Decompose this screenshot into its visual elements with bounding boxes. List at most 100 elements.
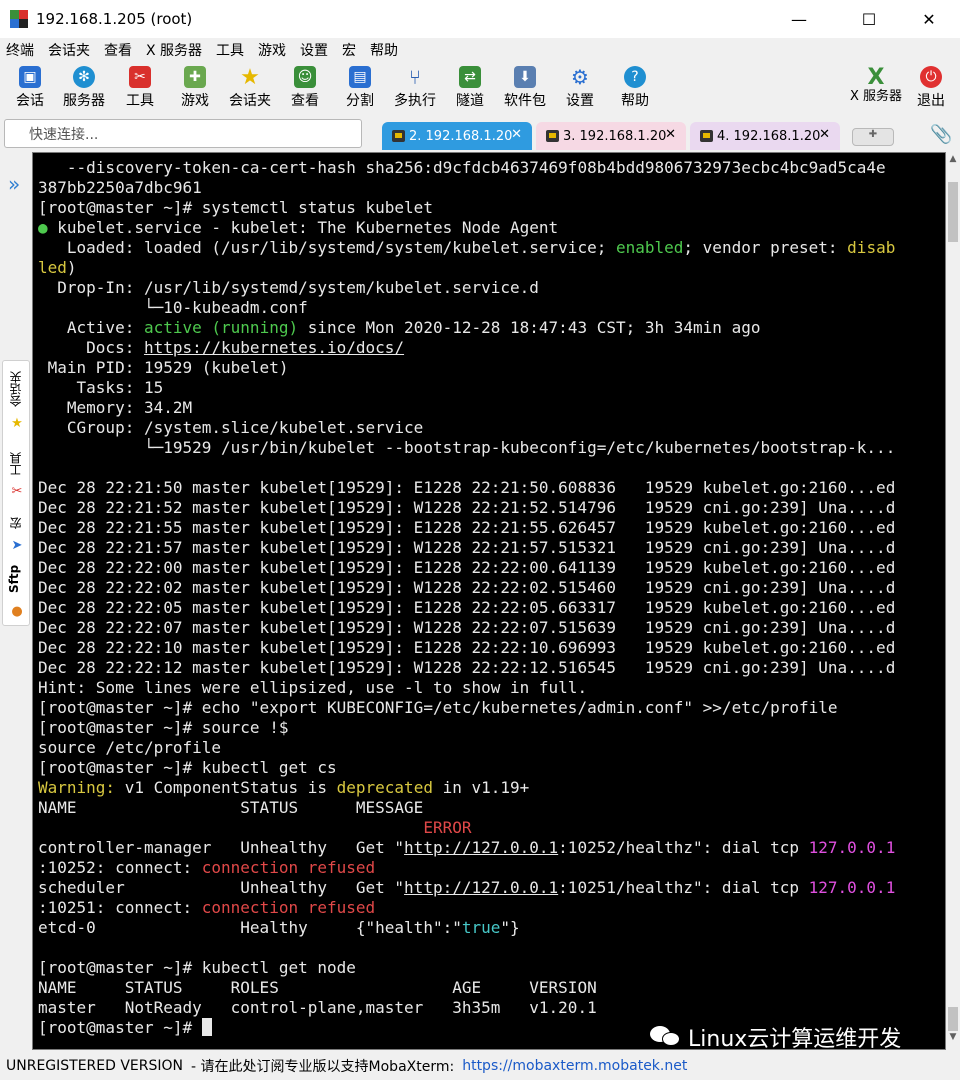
subscribe-message: - 请在此处订阅专业版以支持MobaXterm: [191, 1059, 455, 1075]
terminal-line: --discovery-token-ca-cert-hash sha256:d9… [38, 158, 933, 178]
games-label: 游戏 [181, 93, 209, 109]
tab-close-button[interactable]: ✕ [665, 127, 676, 142]
tab-close-button[interactable]: ✕ [819, 127, 830, 142]
menu-view[interactable]: 查看 [104, 40, 132, 60]
split-button[interactable]: ▤ 分割 [333, 64, 387, 114]
terminal[interactable]: --discovery-token-ca-cert-hash sha256:d9… [32, 152, 946, 1050]
terminal-line: └─10-kubeadm.conf [38, 298, 933, 318]
sessions-folder-button[interactable]: ★ 会话夹 [223, 64, 277, 114]
servers-label: 服务器 [63, 93, 105, 109]
expand-sidebar-icon[interactable]: » [8, 172, 20, 196]
view-icon: ☺ [294, 66, 316, 88]
scrollbar-thumb[interactable] [948, 182, 958, 242]
quick-connect-input[interactable]: 快速连接... [4, 119, 362, 148]
terminal-text: Dec 28 22:22:05 master kubelet[19529]: E… [38, 598, 896, 617]
terminal-line: 387bb2250a7dbc961 [38, 178, 933, 198]
exit-label: 退出 [917, 93, 945, 109]
scroll-down-icon[interactable]: ▼ [947, 1032, 959, 1046]
exit-icon: ⏻ [920, 66, 942, 88]
terminal-link[interactable]: http://127.0.0.1 [404, 838, 558, 857]
session-icon: ▣ [19, 66, 41, 88]
servers-button[interactable]: ✻ 服务器 [57, 64, 111, 114]
left-sidebar: » 会话夹 ★ 工具 ✂ 宏 ➤ Sftp ● [0, 152, 32, 1050]
terminal-line: Dec 28 22:22:00 master kubelet[19529]: E… [38, 558, 933, 578]
terminal-text: led [38, 258, 67, 277]
star-icon: ★ [240, 64, 260, 90]
terminal-text: Dec 28 22:21:55 master kubelet[19529]: E… [38, 518, 896, 537]
tools-icon: ✂ [129, 66, 151, 88]
terminal-text: controller-manager Unhealthy Get " [38, 838, 405, 857]
terminal-text: kubelet.service - kubelet: The Kubernete… [47, 218, 559, 237]
sidebar-tab-macros[interactable]: 宏 [7, 511, 27, 535]
tools-button[interactable]: ✂ 工具 [113, 64, 167, 114]
terminal-text: Active: [38, 318, 144, 337]
menu-macros[interactable]: 宏 [342, 40, 356, 60]
terminal-link[interactable]: https://kubernetes.io/docs/ [144, 338, 404, 357]
menu-sessions[interactable]: 会话夹 [48, 40, 90, 60]
terminal-text: Dec 28 22:22:07 master kubelet[19529]: W… [38, 618, 896, 637]
settings-button[interactable]: ⚙ 设置 [553, 64, 607, 114]
sidebar-tab-sessions[interactable]: 会话夹 [7, 369, 27, 409]
terminal-text: NAME STATUS MESSAGE [38, 798, 424, 817]
tab-session-3[interactable]: 3. 192.168.1.20 ✕ [536, 122, 686, 150]
terminal-text: Dec 28 22:21:52 master kubelet[19529]: W… [38, 498, 896, 517]
sidebar-tab-tools[interactable]: 工具 [7, 447, 27, 481]
sidebar-tabs: 会话夹 ★ 工具 ✂ 宏 ➤ Sftp ● [2, 360, 30, 626]
games-button[interactable]: ✚ 游戏 [168, 64, 222, 114]
terminal-line: Dec 28 22:22:12 master kubelet[19529]: W… [38, 658, 933, 678]
xserver-button[interactable]: X X 服务器 [848, 64, 904, 114]
terminal-text: scheduler Unhealthy Get " [38, 878, 405, 897]
menu-help[interactable]: 帮助 [370, 40, 398, 60]
key-icon [700, 130, 713, 142]
tab-close-button[interactable]: ✕ [511, 127, 522, 142]
menu-settings[interactable]: 设置 [300, 40, 328, 60]
close-button[interactable]: ✕ [906, 4, 952, 34]
terminal-line: ● kubelet.service - kubelet: The Kuberne… [38, 218, 933, 238]
maximize-button[interactable]: ☐ [846, 4, 892, 34]
terminal-scrollbar[interactable]: ▲ ▼ [946, 152, 960, 1050]
scroll-up-icon[interactable]: ▲ [947, 154, 959, 168]
menu-terminal[interactable]: 终端 [6, 40, 34, 60]
terminal-link[interactable]: http://127.0.0.1 [404, 878, 558, 897]
terminal-line: NAME STATUS ROLES AGE VERSION [38, 978, 933, 998]
terminal-line: Docs: https://kubernetes.io/docs/ [38, 338, 933, 358]
view-button[interactable]: ☺ 查看 [278, 64, 332, 114]
terminal-text: ; vendor preset: [683, 238, 848, 257]
terminal-text: Dec 28 22:22:00 master kubelet[19529]: E… [38, 558, 896, 577]
packages-button[interactable]: ⬇ 软件包 [498, 64, 552, 114]
scrollbar-thumb-bottom[interactable] [948, 1007, 958, 1031]
exit-button[interactable]: ⏻ 退出 [904, 64, 958, 114]
session-button[interactable]: ▣ 会话 [3, 64, 57, 114]
menu-tools[interactable]: 工具 [216, 40, 244, 60]
menu-xserver[interactable]: X 服务器 [146, 40, 202, 60]
games-icon: ✚ [184, 66, 206, 88]
terminal-line: Dec 28 22:21:52 master kubelet[19529]: W… [38, 498, 933, 518]
terminal-text: v1 ComponentStatus is [115, 778, 337, 797]
servers-icon: ✻ [73, 66, 95, 88]
terminal-text: source /etc/profile [38, 738, 222, 757]
tunnel-label: 隧道 [456, 93, 484, 109]
tab-session-2[interactable]: 2. 192.168.1.20 ✕ [382, 122, 532, 150]
menu-games[interactable]: 游戏 [258, 40, 286, 60]
sidebar-tab-sftp[interactable]: Sftp [7, 561, 27, 597]
help-button[interactable]: ? 帮助 [608, 64, 662, 114]
terminal-text: true [461, 918, 501, 937]
terminal-text: --discovery-token-ca-cert-hash sha256:d9… [38, 158, 886, 177]
packages-icon: ⬇ [514, 66, 536, 88]
minimize-button[interactable]: — [776, 4, 822, 34]
terminal-text: [root@master ~]# [38, 1018, 202, 1037]
multiexec-button[interactable]: ⑂ 多执行 [388, 64, 442, 114]
mobaxterm-link[interactable]: https://mobaxterm.mobatek.net [462, 1058, 687, 1074]
terminal-text: in v1.19+ [432, 778, 530, 797]
terminal-line: Dec 28 22:22:05 master kubelet[19529]: E… [38, 598, 933, 618]
terminal-line: Dec 28 22:21:57 master kubelet[19529]: W… [38, 538, 933, 558]
terminal-text: └─10-kubeadm.conf [38, 298, 308, 317]
sessions-folder-label: 会话夹 [229, 93, 271, 109]
paperclip-icon[interactable]: 📎 [930, 124, 952, 145]
wechat-icon [650, 1024, 680, 1050]
tunnel-button[interactable]: ⇄ 隧道 [443, 64, 497, 114]
terminal-text: Tasks: 15 [38, 378, 164, 397]
terminal-text: connection refused [201, 898, 376, 917]
new-tab-button[interactable]: ✚ [852, 128, 894, 146]
tab-session-4[interactable]: 4. 192.168.1.20 ✕ [690, 122, 840, 150]
